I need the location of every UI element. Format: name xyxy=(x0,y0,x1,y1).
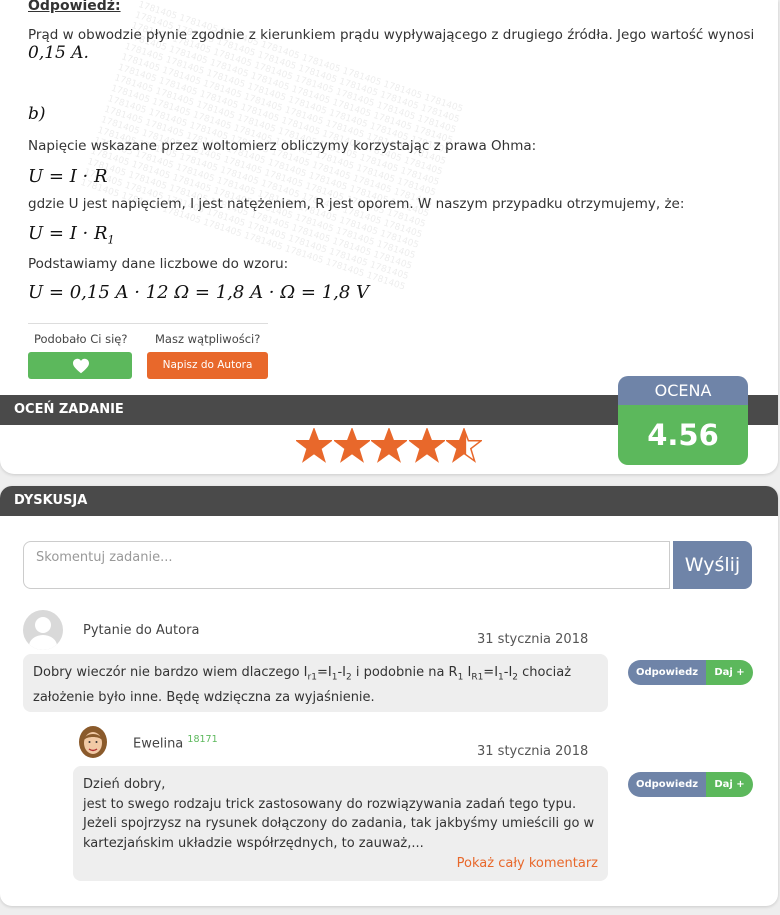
comment-line: kartezjańskim układzie współrzędnych, to… xyxy=(83,835,424,851)
ohm-formula-r1: U = I · R1 xyxy=(28,223,115,247)
comment-text-part: =I xyxy=(316,665,332,680)
comment-actions: Odpowiedz Daj + xyxy=(628,772,753,797)
comment-author: Pytanie do Autora xyxy=(83,623,200,638)
comment-input[interactable] xyxy=(23,541,670,589)
like-button[interactable] xyxy=(28,352,132,379)
user-placeholder-icon xyxy=(29,617,57,650)
comment-date: 31 stycznia 2018 xyxy=(477,744,589,759)
heart-icon xyxy=(73,358,89,374)
star-icon[interactable] xyxy=(296,428,332,464)
author-name: Ewelina xyxy=(133,736,184,752)
discussion-bar: DYSKUSJA xyxy=(0,486,778,516)
comment-text-part: założenie było inne. Będę wdzięczna za w… xyxy=(33,690,375,706)
comment-line: Jeżeli spojrzysz na rysunek dołączony do… xyxy=(83,816,595,831)
avatar xyxy=(73,724,113,764)
star-icon[interactable] xyxy=(408,428,445,464)
comment-date: 31 stycznia 2018 xyxy=(477,632,589,647)
comment-author: Ewelina 18171 xyxy=(133,734,218,751)
liked-label: Podobało Ci się? xyxy=(34,332,128,346)
comment-text-part: i podobnie na R xyxy=(351,665,458,680)
comment-text-part: chociaż xyxy=(518,665,572,680)
doubts-label: Masz wątpliwości? xyxy=(155,332,261,346)
give-plus-button[interactable]: Daj + xyxy=(706,660,753,685)
feedback-divider xyxy=(28,323,268,324)
discussion-card: DYSKUSJA Wyślij Pytanie do Autora 31 sty… xyxy=(0,486,778,906)
user-photo-icon xyxy=(79,726,107,758)
write-to-author-button[interactable]: Napisz do Autora xyxy=(147,352,268,379)
formula-sub: 1 xyxy=(107,233,115,247)
answer-value: 0,15 A. xyxy=(28,43,89,63)
comment-text-part: -I xyxy=(337,665,346,680)
comment-bubble: Dzień dobry, jest to swego rodzaju trick… xyxy=(73,766,608,881)
reply-button[interactable]: Odpowiedz xyxy=(628,772,706,797)
answer-text: Prąd w obwodzie płynie zgodnie z kierunk… xyxy=(28,27,755,43)
send-button[interactable]: Wyślij xyxy=(673,541,752,589)
comment-text-part: =I xyxy=(483,665,499,680)
subscript: R1 xyxy=(471,672,484,683)
ohm-intro: Napięcie wskazane przez woltomierz oblic… xyxy=(28,138,537,154)
answer-heading: Odpowiedź: xyxy=(28,0,121,14)
comment-actions: Odpowiedz Daj + xyxy=(628,660,753,685)
part-b-label: b) xyxy=(28,104,46,124)
comment-line: Dzień dobry, xyxy=(83,777,166,792)
star-icon[interactable] xyxy=(446,428,482,464)
data-intro: Podstawiamy dane liczbowe do wzoru: xyxy=(28,256,289,272)
ohm-formula: U = I · R xyxy=(28,166,108,187)
author-points: 18171 xyxy=(187,734,218,745)
show-full-comment-link[interactable]: Pokaż cały komentarz xyxy=(457,854,598,874)
score-value: 4.56 xyxy=(618,405,748,465)
solution-card: 1781405 1781405 1781405 1781405 1781405 … xyxy=(0,0,778,474)
numeric-formula: U = 0,15 A · 12 Ω = 1,8 A · Ω = 1,8 V xyxy=(28,282,370,303)
subscript: r1 xyxy=(307,672,317,683)
ohm-explain: gdzie U jest napięciem, I jest natężenie… xyxy=(28,196,685,212)
give-plus-button[interactable]: Daj + xyxy=(706,772,753,797)
comment-bubble: Dobry wieczór nie bardzo wiem dlaczego I… xyxy=(23,654,608,712)
score-label: OCENA xyxy=(618,376,748,405)
avatar xyxy=(23,610,63,650)
score-box: OCENA 4.56 xyxy=(618,376,748,465)
star-icon[interactable] xyxy=(333,428,370,464)
reply-button[interactable]: Odpowiedz xyxy=(628,660,706,685)
comment-line: jest to swego rodzaju trick zastosowany … xyxy=(83,796,577,812)
formula-main: U = I · R xyxy=(28,223,108,244)
comment-text-part: Dobry wieczór nie bardzo wiem dlaczego I xyxy=(33,665,308,680)
star-icon[interactable] xyxy=(371,428,407,464)
